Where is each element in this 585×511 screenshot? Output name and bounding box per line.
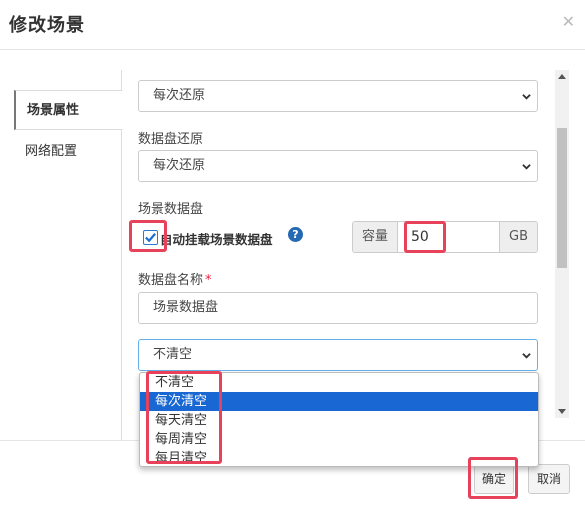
close-icon[interactable]: ✕ [562,13,575,31]
scroll-thumb[interactable] [557,128,567,268]
chevron-down-icon [522,164,531,170]
tab-network-config[interactable]: 网络配置 [14,132,122,172]
dropdown-option[interactable]: 每天清空 [140,411,538,430]
cancel-button[interactable]: 取消 [528,464,570,494]
clear-policy-dropdown: 不清空 每次清空 每天清空 每周清空 每月清空 [139,372,539,467]
clear-policy-value: 不清空 [153,347,193,362]
form-content: 每次还原 数据盘还原 每次还原 场景数据盘 自动挂载场景数据盘 ? 容量 50 … [122,70,554,418]
data-disk-restore-value: 每次还原 [153,158,206,173]
scene-data-disk-label: 场景数据盘 [138,202,204,217]
help-icon[interactable]: ? [288,227,303,242]
dropdown-option[interactable]: 每周清空 [140,430,538,449]
tab-rail: 场景属性 网络配置 [14,70,123,440]
capacity-unit: GB [499,222,537,252]
auto-mount-checkbox[interactable] [143,230,158,245]
dialog-header: 修改场景 ✕ [0,0,585,50]
dropdown-option[interactable]: 每次清空 [140,392,538,411]
capacity-input[interactable]: 50 [411,229,429,245]
disk-name-input[interactable]: 场景数据盘 [138,292,538,324]
confirm-button[interactable]: 确定 [474,464,514,494]
disk-name-label: 数据盘名称 * [138,269,212,288]
scroll-up-icon[interactable] [558,74,566,79]
scroll-down-icon[interactable] [558,409,566,414]
dropdown-option[interactable]: 不清空 [140,373,538,392]
chevron-down-icon [522,94,531,100]
required-mark: * [205,273,212,288]
capacity-input-group: 容量 50 GB [352,221,538,253]
disk-name-label-text: 数据盘名称 [138,273,204,288]
data-disk-restore-label: 数据盘还原 [138,132,204,147]
dialog-title: 修改场景 [9,15,85,36]
checkmark-icon [145,233,156,243]
restore-mode-select[interactable]: 每次还原 [138,80,538,112]
capacity-label: 容量 [353,222,398,252]
tab-scene-properties[interactable]: 场景属性 [14,90,123,130]
form-scrollbar[interactable] [555,70,569,418]
edit-scene-dialog: 修改场景 ✕ 场景属性 网络配置 每次还原 数据盘还原 每次还原 场景数据盘 自… [0,0,585,511]
dropdown-option[interactable]: 每月清空 [140,449,538,466]
chevron-down-icon [522,353,531,359]
clear-policy-select[interactable]: 不清空 [138,339,538,371]
auto-mount-label: 自动挂载场景数据盘 [160,232,273,247]
restore-mode-value: 每次还原 [153,88,206,103]
data-disk-restore-select[interactable]: 每次还原 [138,150,538,182]
